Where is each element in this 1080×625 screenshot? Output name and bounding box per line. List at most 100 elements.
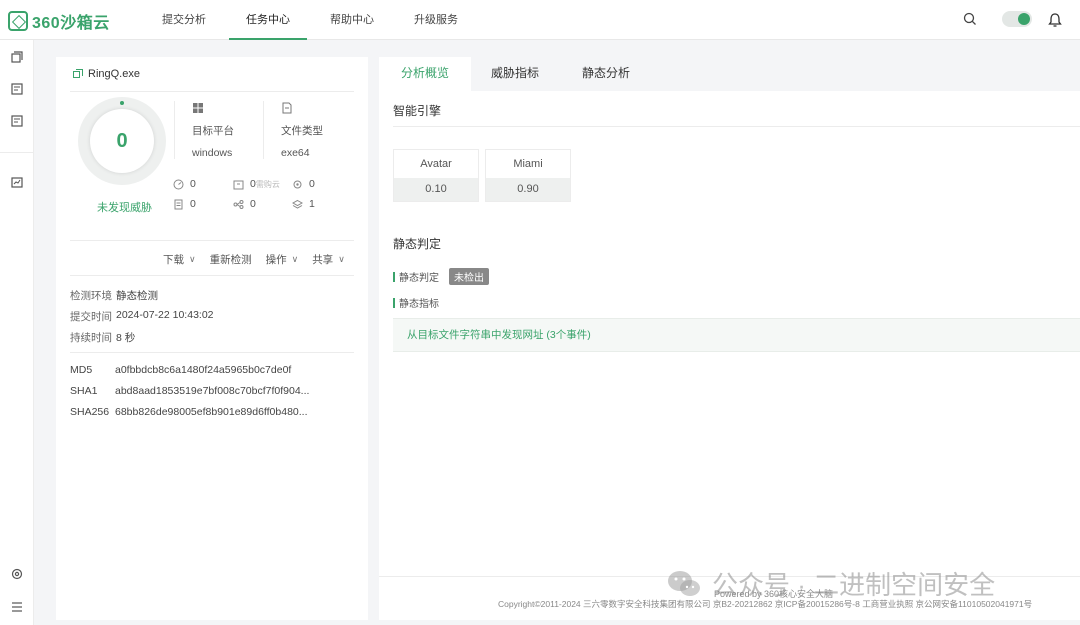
verdict-label: 未发现威胁 bbox=[97, 202, 152, 214]
status-badge: 未检出 bbox=[449, 268, 489, 285]
ring-indicator-dot bbox=[120, 101, 124, 105]
md5-value[interactable]: a0fbbdcb8c6a1480f24a5965b0c7de0f bbox=[115, 364, 291, 376]
stat-hint: 需购云 bbox=[255, 179, 280, 189]
rail-divider bbox=[0, 152, 34, 153]
tab-overview[interactable]: 分析概览 bbox=[379, 57, 471, 91]
toggle-knob bbox=[1018, 13, 1030, 25]
divider bbox=[70, 275, 354, 276]
building-icon bbox=[233, 180, 244, 189]
layers-icon bbox=[292, 199, 303, 209]
engine-name: Miami bbox=[486, 150, 570, 178]
bell-icon[interactable] bbox=[1048, 12, 1062, 28]
logo[interactable]: 360沙箱云 bbox=[8, 9, 110, 33]
logo-text: 360沙箱云 bbox=[32, 15, 110, 32]
filetype-value: exe64 bbox=[281, 147, 310, 159]
stat-value: 0 bbox=[190, 198, 196, 210]
stat-value: 0 bbox=[190, 178, 196, 190]
env-label: 检测环境 bbox=[70, 290, 112, 302]
rescan-button[interactable]: 重新检测 bbox=[210, 252, 252, 267]
stat-value: 0 bbox=[250, 198, 256, 210]
copy-icon[interactable] bbox=[73, 69, 83, 79]
tab-threat-indicators[interactable]: 威胁指标 bbox=[471, 57, 559, 91]
sha1-label: SHA1 bbox=[70, 385, 98, 397]
stat-value: 0 bbox=[309, 178, 315, 190]
engine-section-title: 智能引擎 bbox=[393, 104, 442, 118]
duration-label: 持续时间 bbox=[70, 332, 112, 344]
divider bbox=[174, 101, 175, 159]
score-circle: 0 bbox=[90, 109, 154, 173]
document-icon bbox=[174, 199, 183, 209]
analysis-tabs: 分析概览 威胁指标 静态分析 bbox=[379, 57, 1080, 91]
finding-item[interactable]: 从目标文件字符串中发现网址 (3个事件) bbox=[393, 318, 1080, 352]
watermark: 公众号 · 二进制空间安全 bbox=[666, 565, 995, 602]
divider bbox=[70, 240, 354, 241]
gauge-icon bbox=[173, 179, 184, 189]
divider bbox=[393, 126, 1080, 127]
download-dropdown[interactable]: 下载 ∨ bbox=[163, 252, 196, 267]
env-row: 检测环境 静态检测 bbox=[70, 288, 158, 303]
engine-card: Avatar 0.10 bbox=[393, 149, 479, 202]
sha1-value[interactable]: abd8aad1853519e7bf008c70bcf7f0f904... bbox=[115, 385, 309, 397]
nav-help-center[interactable]: 帮助中心 bbox=[313, 0, 391, 40]
network-icon bbox=[233, 199, 244, 209]
stat-item: 0 bbox=[292, 178, 315, 190]
menu-icon[interactable] bbox=[10, 600, 24, 614]
filetype-info: 文件类型 exe64 bbox=[281, 102, 323, 168]
stat-item: 0 bbox=[233, 198, 256, 210]
env-value: 静态检测 bbox=[116, 290, 158, 302]
sha256-value[interactable]: 68bb826de98005ef8b901e89d6ff0b480... bbox=[115, 406, 308, 418]
report-icon[interactable] bbox=[10, 114, 24, 128]
chevron-down-icon: ∨ bbox=[291, 254, 299, 264]
nav-task-center[interactable]: 任务中心 bbox=[229, 0, 307, 40]
sha256-row: SHA256 68bb826de98005ef8b901e89d6ff0b480… bbox=[70, 406, 308, 418]
chart-icon[interactable] bbox=[10, 176, 24, 190]
share-label: 共享 bbox=[312, 254, 334, 266]
platform-value: windows bbox=[192, 147, 233, 159]
share-dropdown[interactable]: 共享 ∨ bbox=[312, 252, 345, 267]
static-section-title: 静态判定 bbox=[393, 237, 442, 251]
static-verdict-label: 静态判定 bbox=[399, 273, 439, 284]
search-icon[interactable] bbox=[963, 12, 977, 26]
duration-value: 8 秒 bbox=[116, 332, 136, 344]
platform-info: 目标平台 windows bbox=[192, 102, 234, 168]
divider bbox=[70, 91, 354, 92]
engine-score: 0.90 bbox=[486, 178, 570, 201]
action-bar: 下载 ∨ 重新检测 操作 ∨ 共享 ∨ bbox=[163, 252, 359, 267]
submit-time-label: 提交时间 bbox=[70, 311, 112, 323]
submit-time-value: 2024-07-22 10:43:02 bbox=[116, 309, 214, 321]
threat-score-ring: 0 bbox=[78, 97, 166, 185]
static-indicator-label: 静态指标 bbox=[399, 299, 439, 310]
file-icon bbox=[282, 102, 292, 114]
submit-time-row: 提交时间 2024-07-22 10:43:02 bbox=[70, 309, 214, 324]
rescan-label: 重新检测 bbox=[209, 254, 252, 266]
duration-row: 持续时间 8 秒 bbox=[70, 330, 135, 345]
filetype-label: 文件类型 bbox=[281, 125, 323, 137]
static-indicator-row: 静态指标 bbox=[393, 295, 439, 310]
windows-icon bbox=[193, 103, 203, 113]
stat-item: 0 bbox=[173, 178, 196, 190]
engine-score: 0.10 bbox=[394, 178, 478, 201]
sha1-row: SHA1 abd8aad1853519e7bf008c70bcf7f0f904.… bbox=[70, 385, 309, 397]
md5-row: MD5 a0fbbdcb8c6a1480f24a5965b0c7de0f bbox=[70, 364, 291, 376]
sha256-label: SHA256 bbox=[70, 406, 110, 418]
chevron-down-icon: ∨ bbox=[189, 254, 196, 264]
nav-submit-analysis[interactable]: 提交分析 bbox=[145, 0, 223, 40]
tab-static-analysis[interactable]: 静态分析 bbox=[559, 57, 653, 91]
file-header: RingQ.exe bbox=[73, 68, 140, 80]
divider bbox=[70, 352, 354, 353]
wechat-icon bbox=[668, 570, 700, 596]
operate-dropdown[interactable]: 操作 ∨ bbox=[266, 252, 299, 267]
theme-toggle[interactable] bbox=[1002, 11, 1032, 27]
stat-item: 0 需购云 bbox=[233, 178, 280, 190]
gear-icon bbox=[293, 180, 302, 188]
engine-card: Miami 0.90 bbox=[485, 149, 571, 202]
file-summary-panel: RingQ.exe 0 未发现威胁 目标平台 windows 文件类型 exe6… bbox=[56, 57, 368, 620]
copy-icon[interactable] bbox=[10, 50, 24, 64]
nav-upgrade[interactable]: 升级服务 bbox=[397, 0, 475, 40]
md5-label: MD5 bbox=[70, 364, 93, 376]
settings-icon[interactable] bbox=[10, 567, 24, 581]
static-verdict-row: 静态判定 未检出 bbox=[393, 268, 489, 285]
platform-label: 目标平台 bbox=[192, 125, 234, 137]
report-icon[interactable] bbox=[10, 82, 24, 96]
file-name: RingQ.exe bbox=[88, 68, 140, 80]
